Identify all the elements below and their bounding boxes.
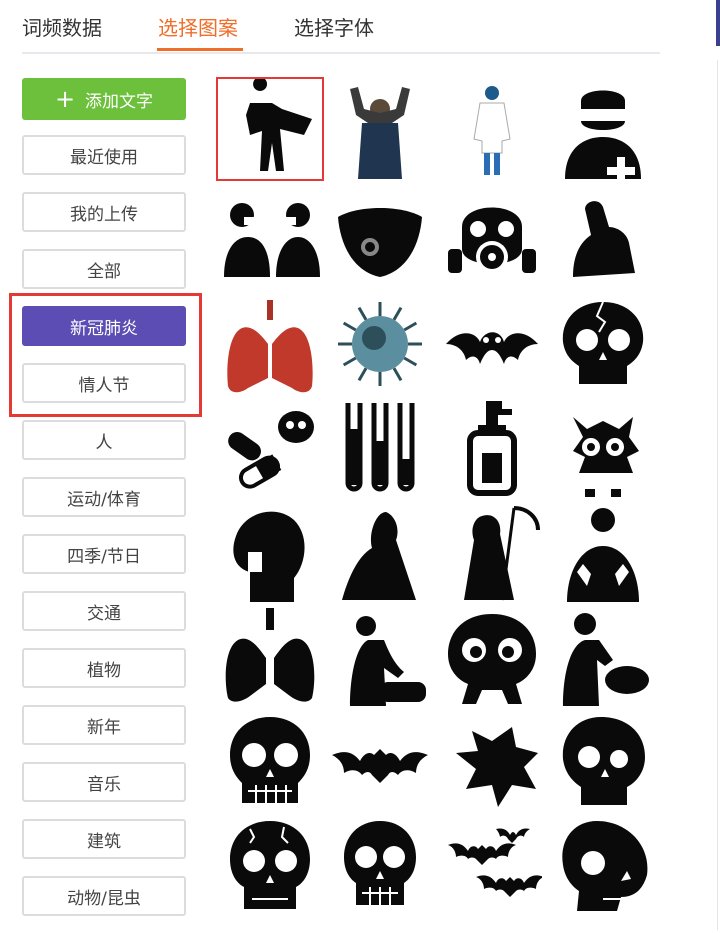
hooded-figure-icon[interactable] (326, 500, 434, 604)
surgeon-cross-icon[interactable] (549, 77, 657, 181)
category-item[interactable]: 人 (22, 420, 186, 460)
edge-accent (716, 0, 720, 46)
sanitizer-bottle-icon (467, 401, 517, 496)
bat-face-icon (446, 332, 538, 364)
doctor-patient-icon[interactable] (326, 604, 434, 708)
virus-cell-icon (338, 302, 422, 386)
tab-bar: 词频数据 选择图案 选择字体 (0, 0, 660, 56)
skull-side-icon (562, 717, 645, 805)
lungs-red-icon[interactable] (216, 292, 324, 396)
pills-skull-icon (228, 411, 314, 489)
skull-side-icon[interactable] (549, 709, 657, 813)
octopus-eyes-icon[interactable] (438, 604, 546, 708)
lungs-red-icon (227, 300, 313, 393)
cracked-skull-2-icon (230, 821, 310, 909)
face-mask-icon[interactable] (326, 185, 434, 289)
hooded-figure-icon (342, 512, 416, 600)
surgeon-gloves-icon (567, 508, 639, 602)
doctor-coat-icon[interactable] (438, 77, 546, 181)
bats-group-icon (448, 828, 542, 897)
tab-select-pattern[interactable]: 选择图案 (158, 12, 238, 41)
masked-people-icon[interactable] (216, 185, 324, 289)
flying-bat-icon (332, 749, 428, 783)
skull-front-icon (344, 821, 416, 905)
cracked-skull-icon[interactable] (549, 292, 657, 396)
bat-face-icon[interactable] (438, 292, 546, 396)
skull-profile-icon[interactable] (549, 813, 657, 917)
octopus-eyes-icon (448, 614, 536, 704)
face-mask-icon (338, 208, 422, 277)
sanitizer-bottle-icon[interactable] (438, 395, 546, 499)
doctor-patient-icon (350, 616, 426, 706)
grim-reaper-icon (464, 506, 540, 601)
category-item[interactable]: 建筑 (22, 819, 186, 859)
head-cross-section-icon[interactable] (216, 500, 324, 604)
spiky-monster-icon[interactable] (549, 395, 657, 499)
category-item[interactable]: 运动/体育 (22, 477, 186, 517)
skull-teeth-icon (230, 717, 310, 803)
superhero-cape-icon (246, 79, 312, 171)
category-item[interactable]: 新冠肺炎 (22, 306, 186, 346)
category-list: 最近使用我的上传全部新冠肺炎情人节人运动/体育四季/节日交通植物新年音乐建筑动物… (22, 135, 186, 933)
category-item[interactable]: 四季/节日 (22, 534, 186, 574)
flexing-arm-icon (573, 201, 635, 277)
virus-cell-icon[interactable] (326, 292, 434, 396)
grim-reaper-icon[interactable] (438, 500, 546, 604)
category-item[interactable]: 动物/昆虫 (22, 876, 186, 916)
category-item[interactable]: 植物 (22, 648, 186, 688)
category-item[interactable]: 新年 (22, 705, 186, 745)
cracked-skull-2-icon[interactable] (216, 813, 324, 917)
category-item[interactable]: 最近使用 (22, 135, 186, 175)
tab-divider (22, 52, 660, 54)
victory-man-icon (350, 87, 410, 179)
lungs-black-icon[interactable] (216, 604, 324, 708)
category-item[interactable]: 我的上传 (22, 192, 186, 232)
superhero-cape-icon[interactable] (216, 77, 324, 181)
skull-profile-icon (562, 821, 648, 911)
edge-scroll-border (717, 60, 718, 930)
lungs-black-icon (225, 608, 315, 702)
add-text-label: 添加文字 (85, 91, 154, 112)
test-tubes-icon (345, 403, 415, 492)
gas-mask-icon[interactable] (438, 185, 546, 289)
flying-squirrel-icon (456, 727, 538, 807)
test-tubes-icon[interactable] (326, 395, 434, 499)
flexing-arm-icon[interactable] (549, 185, 657, 289)
victory-man-icon[interactable] (326, 77, 434, 181)
gas-mask-icon (448, 207, 536, 273)
skull-teeth-icon[interactable] (216, 709, 324, 813)
dentist-icon[interactable] (549, 604, 657, 708)
plus-icon: + (54, 85, 76, 113)
bats-group-icon[interactable] (438, 813, 546, 917)
tab-word-frequency[interactable]: 词频数据 (22, 12, 102, 41)
surgeon-cross-icon (565, 90, 641, 179)
flying-bat-icon[interactable] (326, 709, 434, 813)
cracked-skull-icon (562, 301, 644, 384)
category-item[interactable]: 交通 (22, 591, 186, 631)
doctor-coat-icon (473, 86, 511, 175)
surgeon-gloves-icon[interactable] (549, 500, 657, 604)
tab-select-font[interactable]: 选择字体 (294, 12, 374, 41)
category-item[interactable]: 音乐 (22, 762, 186, 802)
flying-squirrel-icon[interactable] (438, 709, 546, 813)
head-cross-section-icon (233, 511, 305, 602)
skull-front-icon[interactable] (326, 813, 434, 917)
dentist-icon (563, 613, 649, 706)
category-item[interactable]: 情人节 (22, 363, 186, 403)
active-tab-indicator (157, 48, 243, 51)
pills-skull-icon[interactable] (216, 395, 324, 499)
add-text-button[interactable]: + 添加文字 (22, 78, 186, 120)
category-item[interactable]: 全部 (22, 249, 186, 289)
spiky-monster-icon (573, 417, 639, 497)
masked-people-icon (224, 203, 320, 277)
